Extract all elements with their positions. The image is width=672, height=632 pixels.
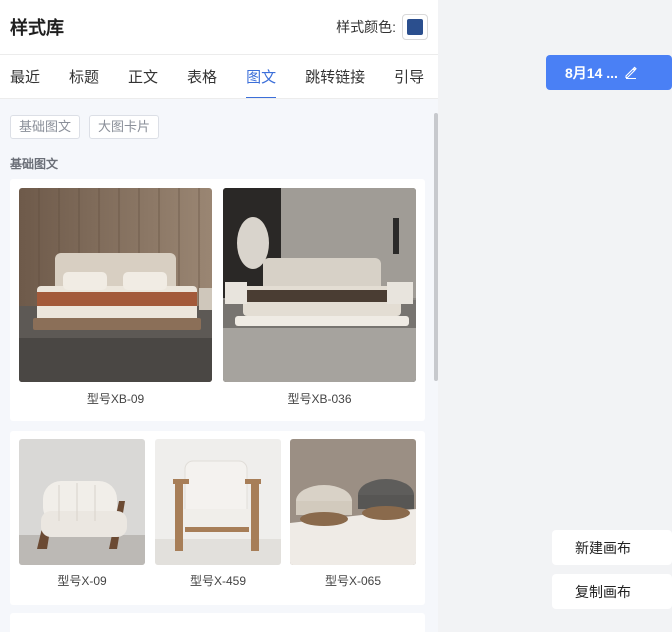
product-name: 型号X-459 — [189, 574, 247, 588]
armchair-image — [19, 439, 145, 565]
product-name: 型号X-065 — [324, 574, 382, 588]
tab-table[interactable]: 表格 — [187, 55, 217, 98]
tab-jump-link[interactable]: 跳转链接 — [305, 55, 365, 98]
copy-canvas-button[interactable]: 复制画布 — [552, 574, 672, 609]
section-label: 基础图文 — [10, 157, 59, 171]
pencil-icon — [624, 66, 637, 79]
style-color-label: 样式颜色: — [336, 19, 396, 35]
category-tabs: 最近 标题 正文 表格 图文 跳转链接 引导 — [0, 55, 438, 99]
bed-image — [19, 188, 212, 382]
product-name: 型号XB-036 — [287, 392, 352, 406]
scrollbar[interactable] — [434, 113, 438, 381]
product-item[interactable]: 型号X-09 — [19, 439, 145, 599]
tab-guide[interactable]: 引导 — [394, 55, 424, 98]
tab-heading[interactable]: 标题 — [69, 55, 99, 98]
filter-chips: 基础图文 大图卡片 — [10, 115, 160, 139]
canvas-date-label: 8月14 ... — [565, 64, 618, 81]
product-item[interactable]: 型号XB-036 — [223, 188, 416, 418]
image-text-card[interactable]: 型号X-09 型号X-459 型号X-065 — [10, 431, 425, 605]
color-swatch-button[interactable] — [402, 14, 428, 40]
filter-large-card[interactable]: 大图卡片 — [89, 115, 160, 139]
panel-title: 样式库 — [10, 18, 64, 38]
image-text-card[interactable]: 型号XB-09 型号XB-036 — [10, 179, 425, 421]
product-item[interactable]: 型号X-459 — [155, 439, 281, 599]
bed-image — [223, 188, 416, 382]
ottoman-image — [290, 439, 416, 565]
content-area: 基础图文 大图卡片 基础图文 型号XB-09 型号XB-036 型号X-09 型… — [0, 99, 438, 632]
product-item[interactable]: 型号X-065 — [290, 439, 416, 599]
tab-image-text[interactable]: 图文 — [246, 55, 277, 98]
product-name: 型号X-09 — [57, 574, 107, 588]
canvas-date-button[interactable]: 8月14 ... — [546, 55, 672, 90]
product-item[interactable]: 型号XB-09 — [19, 188, 212, 418]
style-library-panel: 样式库 样式颜色: 最近 标题 正文 表格 图文 跳转链接 引导 基础图文 大图… — [0, 0, 438, 632]
image-text-card[interactable] — [10, 613, 425, 632]
style-color-picker[interactable]: 样式颜色: — [336, 14, 428, 40]
tab-body[interactable]: 正文 — [128, 55, 158, 98]
filter-basic-image-text[interactable]: 基础图文 — [10, 115, 81, 139]
color-swatch — [407, 19, 423, 35]
panel-header: 样式库 样式颜色: — [0, 0, 438, 55]
product-name: 型号XB-09 — [86, 392, 145, 406]
tab-recent[interactable]: 最近 — [10, 55, 40, 98]
new-canvas-button[interactable]: 新建画布 — [552, 530, 672, 565]
armchair-image — [155, 439, 281, 565]
